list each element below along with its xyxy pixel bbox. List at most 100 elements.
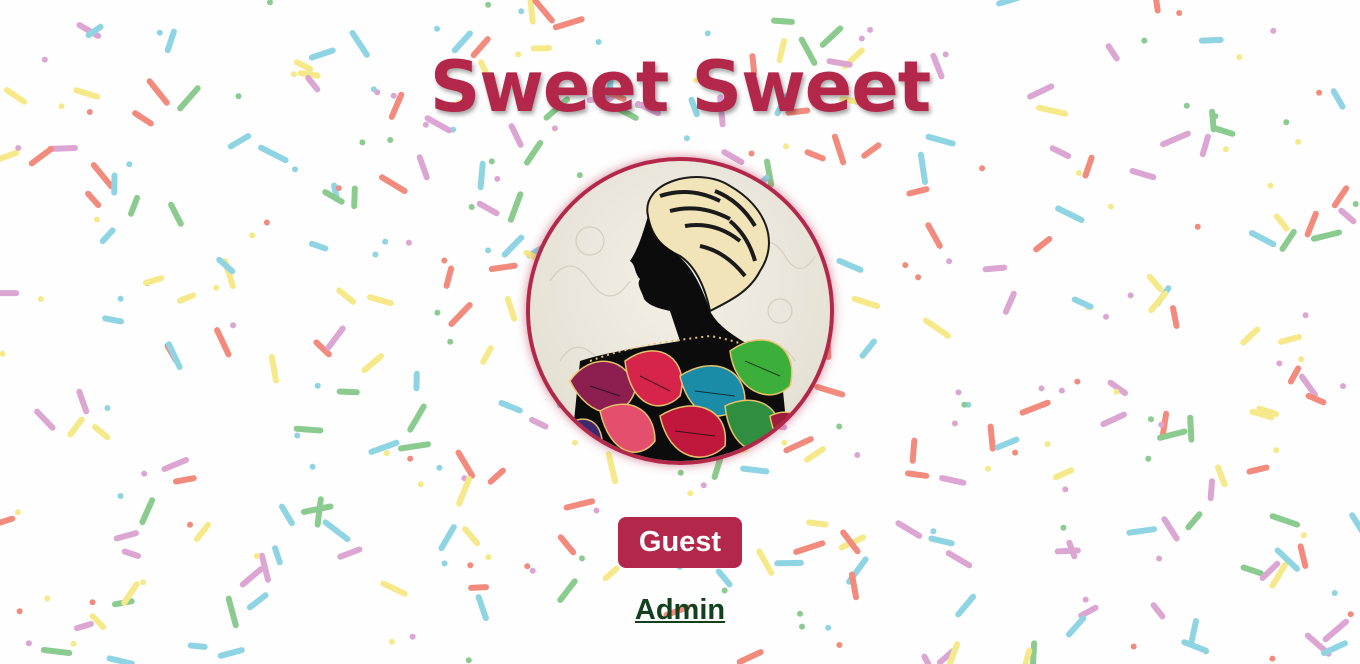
sprinkle-dot [1352,201,1359,207]
sprinkle-dot [382,238,389,245]
sprinkle [1146,273,1164,292]
sprinkle [1304,210,1319,238]
sprinkle-dot [1130,643,1137,650]
sprinkle-dot [854,452,861,458]
sprinkle [1199,133,1211,158]
sprinkle [462,526,481,547]
sprinkle-dot [263,219,270,226]
sprinkle [928,535,955,547]
sprinkle [836,257,864,273]
sprinkle [28,146,54,167]
sprinkle [322,189,345,205]
page-title: Sweet Sweet [429,46,931,128]
sprinkle-dot [1127,292,1134,299]
sprinkle [217,647,245,659]
sprinkle-dot [524,563,531,570]
sprinkle [1321,640,1348,656]
sprinkle-dot [687,490,694,497]
sprinkle [1207,478,1215,502]
admin-link[interactable]: Admin [635,594,725,626]
sprinkle-dot [704,30,711,37]
sprinkle [351,185,358,210]
sprinkle [1185,511,1203,531]
sprinkle-dot [485,247,492,254]
sprinkle [721,149,745,165]
sprinkle [407,403,427,433]
sprinkle-dot [314,382,321,389]
sprinkle [557,534,577,556]
sprinkle [139,497,156,526]
sprinkle [740,465,770,475]
sprinkle-dot [1012,449,1019,456]
sprinkle [438,524,457,552]
sprinkle [925,133,956,147]
sprinkle [121,548,142,559]
sprinkle [268,354,279,384]
sprinkle-dot [409,633,416,640]
page: Sweet Sweet Guest Admin [0,0,1360,664]
sprinkle-dot [436,464,443,471]
sprinkle [322,519,351,542]
sprinkle-dot [485,554,492,561]
sprinkle [468,584,489,591]
sprinkle [1297,543,1309,569]
sprinkle [923,317,952,339]
sprinkle-dot [748,150,755,157]
sprinkle-dot [405,239,412,246]
sprinkle [507,191,524,223]
sprinkle-dot [1267,182,1274,189]
sprinkle [336,287,357,305]
sprinkle [1305,392,1327,406]
guest-button[interactable]: Guest [618,517,742,568]
sprinkle-dot [359,139,366,146]
sprinkle-dot [1176,10,1183,16]
sprinkle-dot [292,166,298,173]
sprinkle [1215,464,1228,488]
sprinkle-dot [593,507,600,514]
sprinkle [1066,539,1078,560]
sprinkle-dot [683,135,690,142]
sprinkle-dot [1156,555,1163,562]
sprinkle-dot [140,579,147,586]
sprinkle-dot [1194,223,1201,230]
sprinkle-dot [700,482,707,489]
sprinkle [1198,36,1224,44]
sprinkle [47,145,78,152]
sprinkle [1240,326,1261,346]
sprinkle-dot [1269,655,1276,662]
sprinkle [851,295,881,309]
sprinkle [379,174,408,194]
sprinkle [736,649,764,664]
sprinkle [771,17,795,25]
sprinkle [380,580,408,597]
sprinkle [831,133,847,166]
sprinkle [804,149,826,162]
sprinkle [1030,640,1038,664]
sprinkle-dot [1222,146,1229,153]
sprinkle-dot [253,553,260,559]
sprinkle-dot [1276,360,1283,367]
sprinkle [602,565,620,582]
sprinkle [99,227,116,245]
sprinkle [946,641,961,664]
sprinkle-dot [485,1,492,8]
sprinkle [1160,130,1191,148]
sprinkle [804,446,826,463]
sprinkle-dot [126,161,133,168]
sprinkle-dot [407,455,414,462]
sprinkle [563,498,596,511]
sprinkle-dot [388,638,395,645]
sprinkle-dot [104,405,111,411]
sprinkle [443,265,455,289]
sprinkle-dot [677,469,684,476]
sprinkle [366,294,394,307]
sprinkle [92,424,111,441]
sprinkle [336,388,360,396]
sprinkle [1049,145,1072,159]
sprinkle-dot [1295,138,1302,145]
sprinkle [1071,296,1094,310]
sprinkle [487,467,506,485]
sprinkle [996,0,1021,7]
sprinkle-dot [782,143,789,150]
sprinkle-dot [1044,441,1051,448]
